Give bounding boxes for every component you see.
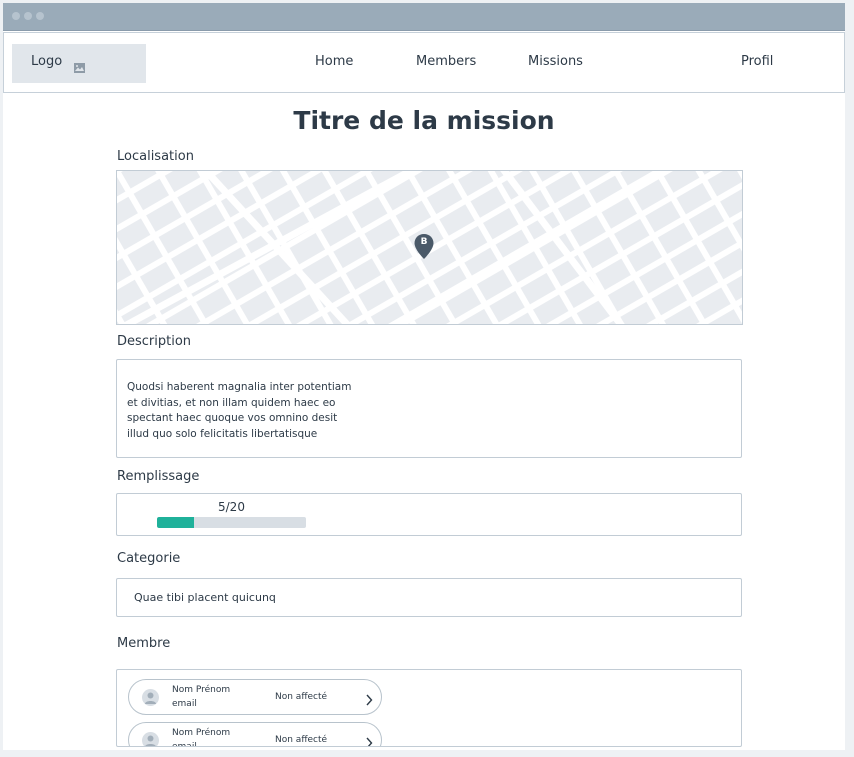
avatar-icon — [142, 732, 159, 746]
member-item[interactable]: Nom Prénom email Non affecté — [128, 679, 382, 715]
nav-profile[interactable]: Profil — [741, 54, 773, 69]
member-item[interactable]: Nom Prénom email Non affecté — [128, 722, 382, 747]
description-text: Quodsi haberent magnalia inter potentiam… — [127, 380, 351, 442]
avatar-icon — [142, 689, 159, 706]
description-line: et divitias, et non illam quidem haec eo — [127, 396, 336, 409]
members-list[interactable]: Nom Prénom email Non affecté Nom Prénom … — [116, 669, 742, 747]
description-label: Description — [117, 334, 192, 349]
window-dot[interactable] — [24, 12, 32, 20]
browser-window: Logo Home Members Missions Profil Titre … — [3, 3, 845, 750]
category-field[interactable]: Quae tibi placent quicunq — [116, 578, 742, 617]
member-name: Nom Prénom — [172, 685, 231, 695]
description-box[interactable]: Quodsi haberent magnalia inter potentiam… — [116, 359, 742, 458]
category-label: Categorie — [117, 551, 181, 566]
chevron-right-icon[interactable] — [365, 691, 373, 710]
page-title: Titre de la mission — [293, 106, 555, 135]
fill-label: Remplissage — [117, 469, 200, 484]
logo[interactable]: Logo — [12, 44, 146, 83]
fill-box: 5/20 — [116, 493, 742, 536]
logo-label: Logo — [31, 54, 63, 69]
chevron-right-icon[interactable] — [365, 734, 373, 746]
top-navbar: Logo Home Members Missions Profil — [3, 32, 845, 93]
window-dot[interactable] — [12, 12, 20, 20]
description-line: Quodsi haberent magnalia inter potentiam — [127, 381, 352, 393]
fill-progress-bar — [157, 517, 306, 528]
location-label: Localisation — [117, 149, 194, 164]
window-dot[interactable] — [36, 12, 44, 20]
category-value: Quae tibi placent quicunq — [134, 591, 276, 604]
window-titlebar — [3, 3, 845, 31]
description-line: spectant haec quoque vos omnino desit — [127, 412, 338, 424]
map-pin-icon[interactable]: B — [414, 234, 434, 264]
fill-progress-value — [157, 517, 195, 528]
description-line: illud quo solo felicitatis libertatisque — [127, 427, 318, 440]
nav-members[interactable]: Members — [416, 54, 476, 69]
nav-home[interactable]: Home — [315, 54, 353, 69]
image-icon — [74, 58, 85, 77]
fill-count: 5/20 — [218, 500, 245, 514]
nav-missions[interactable]: Missions — [528, 54, 583, 69]
member-status: Non affecté — [275, 692, 328, 702]
map-pin-label: B — [420, 237, 428, 247]
members-label: Membre — [117, 636, 171, 651]
member-email: email — [172, 742, 197, 747]
member-name: Nom Prénom — [172, 728, 231, 738]
member-email: email — [172, 699, 197, 709]
location-map[interactable]: B — [116, 170, 743, 325]
member-status: Non affecté — [275, 735, 328, 745]
